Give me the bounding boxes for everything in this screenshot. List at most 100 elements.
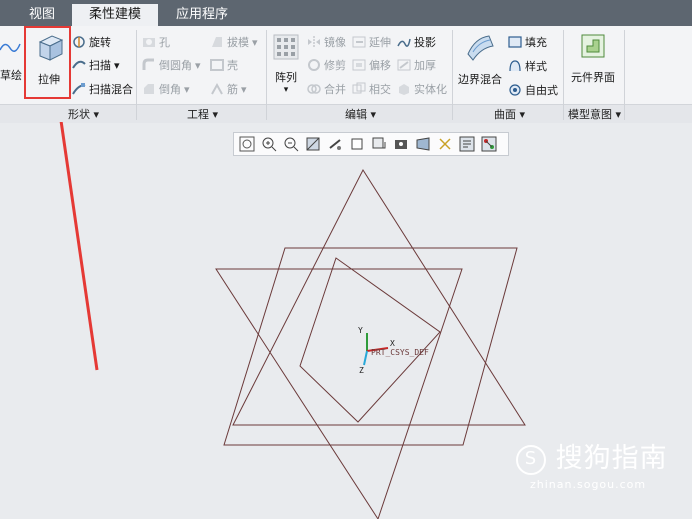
component-interface-icon	[581, 34, 605, 58]
freestyle-label: 自由式	[525, 84, 558, 97]
intersect-button[interactable]: 相交	[352, 81, 391, 97]
perspective-icon[interactable]	[415, 136, 431, 152]
group-label-surfaces[interactable]: 曲面 ▾	[494, 106, 525, 122]
project-label: 投影	[414, 36, 436, 49]
round-button[interactable]: 倒圆角 ▾	[142, 57, 201, 73]
component-interface-button[interactable]: 元件界面	[568, 32, 618, 85]
merge-label: 合并	[324, 83, 346, 96]
saved-orientations-icon[interactable]	[371, 136, 387, 152]
chamfer-button[interactable]: 倒角 ▾	[142, 81, 190, 97]
graphics-toolbar	[233, 132, 509, 156]
trim-button[interactable]: 修剪	[307, 57, 346, 73]
chamfer-icon	[144, 84, 154, 94]
view-manager-icon[interactable]	[393, 136, 409, 152]
thicken-label: 加厚	[414, 59, 436, 72]
group-label-shape[interactable]: 形状 ▾	[68, 106, 99, 122]
tab-flexible-modeling[interactable]: 柔性建模	[72, 4, 158, 26]
freestyle-button[interactable]: 自由式	[508, 82, 558, 98]
thicken-button[interactable]: 加厚	[397, 57, 436, 73]
group-divider	[266, 30, 267, 120]
annotation-display-icon[interactable]	[459, 136, 475, 152]
display-style-icon[interactable]	[349, 136, 365, 152]
group-label-engineering[interactable]: 工程 ▾	[187, 106, 218, 122]
revolve-button[interactable]: 旋转	[72, 34, 111, 50]
boundary-blend-icon	[467, 35, 494, 61]
arrow-shaft	[59, 122, 99, 371]
shell-label: 壳	[227, 59, 238, 72]
fill-button[interactable]: 填充	[508, 34, 547, 50]
group-divider	[624, 30, 625, 120]
revolve-icon	[73, 36, 85, 48]
draft-label: 拔模	[227, 36, 249, 49]
refit-icon[interactable]	[239, 136, 255, 152]
rib-button[interactable]: 筋 ▾	[210, 81, 247, 97]
z-axis-line	[363, 350, 368, 366]
sweep-dropdown-icon: ▾	[114, 58, 120, 72]
sketch-label: 草绘	[0, 69, 22, 82]
triangle-up	[232, 168, 526, 426]
x-axis-label: X	[390, 339, 395, 348]
draft-dropdown-icon: ▾	[252, 35, 258, 49]
repaint-icon[interactable]	[305, 136, 321, 152]
merge-button[interactable]: 合并	[307, 81, 346, 97]
triangle-down	[215, 268, 463, 519]
spin-center-toggle-icon[interactable]	[481, 136, 497, 152]
zoom-out-icon[interactable]	[283, 136, 299, 152]
pattern-dropdown-icon: ▾	[283, 85, 289, 95]
merge-icon	[307, 84, 321, 94]
revolve-label: 旋转	[89, 36, 111, 49]
tab-view[interactable]: 视图	[14, 4, 70, 26]
zoom-in-icon[interactable]	[261, 136, 277, 152]
fill-label: 填充	[525, 36, 547, 49]
round-dropdown-icon: ▾	[195, 58, 201, 72]
offset-label: 偏移	[369, 59, 391, 72]
group-divider	[563, 30, 564, 120]
chamfer-dropdown-icon: ▾	[184, 82, 190, 96]
datum-display-icon[interactable]	[437, 136, 453, 152]
offset-icon	[352, 59, 366, 71]
csys-label: PRT_CSYS_DEF	[371, 348, 429, 357]
swept-blend-icon	[72, 83, 86, 95]
tab-applications[interactable]: 应用程序	[160, 4, 244, 26]
rib-icon	[211, 82, 223, 95]
chamfer-label: 倒角	[159, 83, 181, 96]
hole-button[interactable]: 孔	[142, 34, 170, 50]
pattern-button[interactable]: 阵列 ▾	[270, 34, 302, 95]
style-icon	[509, 60, 521, 72]
boundary-blend-button[interactable]: 边界混合	[458, 32, 502, 87]
sweep-button[interactable]: 扫描 ▾	[72, 57, 120, 73]
extend-button[interactable]: 延伸	[352, 34, 391, 50]
parallelogram	[223, 247, 518, 446]
sweep-label: 扫描	[89, 59, 111, 72]
extend-label: 延伸	[369, 36, 391, 49]
group-label-model-intent[interactable]: 模型意图 ▾	[568, 106, 621, 122]
pattern-icon	[273, 34, 299, 60]
group-divider	[452, 30, 453, 120]
mirror-button[interactable]: 镜像	[307, 34, 346, 50]
trim-icon	[308, 59, 320, 71]
swept-blend-button[interactable]: 扫描混合	[72, 81, 133, 97]
offset-button[interactable]: 偏移	[352, 57, 391, 73]
sketch-button[interactable]: 草绘	[0, 36, 22, 83]
y-axis-label: Y	[358, 326, 363, 335]
rib-label: 筋	[227, 83, 238, 96]
ribbon-tab-bar: 视图 柔性建模 应用程序	[0, 0, 692, 26]
intersect-label: 相交	[369, 83, 391, 96]
spin-center-icon[interactable]	[327, 136, 343, 152]
hole-icon	[143, 38, 155, 47]
solidify-button[interactable]: 实体化	[397, 81, 447, 97]
project-button[interactable]: 投影	[397, 34, 436, 50]
watermark-brand: S 搜狗指南	[516, 436, 668, 475]
sweep-icon	[72, 60, 86, 69]
round-icon	[142, 58, 154, 70]
mirror-icon	[308, 36, 320, 48]
shell-button[interactable]: 壳	[210, 57, 238, 73]
component-interface-label: 元件界面	[571, 71, 615, 84]
style-button[interactable]: 样式	[508, 58, 547, 74]
rib-dropdown-icon: ▾	[241, 82, 247, 96]
boundary-blend-label: 边界混合	[458, 73, 502, 86]
swept-blend-label: 扫描混合	[89, 83, 133, 96]
group-label-editing[interactable]: 编辑 ▾	[345, 106, 376, 122]
solidify-icon	[399, 84, 409, 95]
draft-button[interactable]: 拔模 ▾	[210, 34, 258, 50]
